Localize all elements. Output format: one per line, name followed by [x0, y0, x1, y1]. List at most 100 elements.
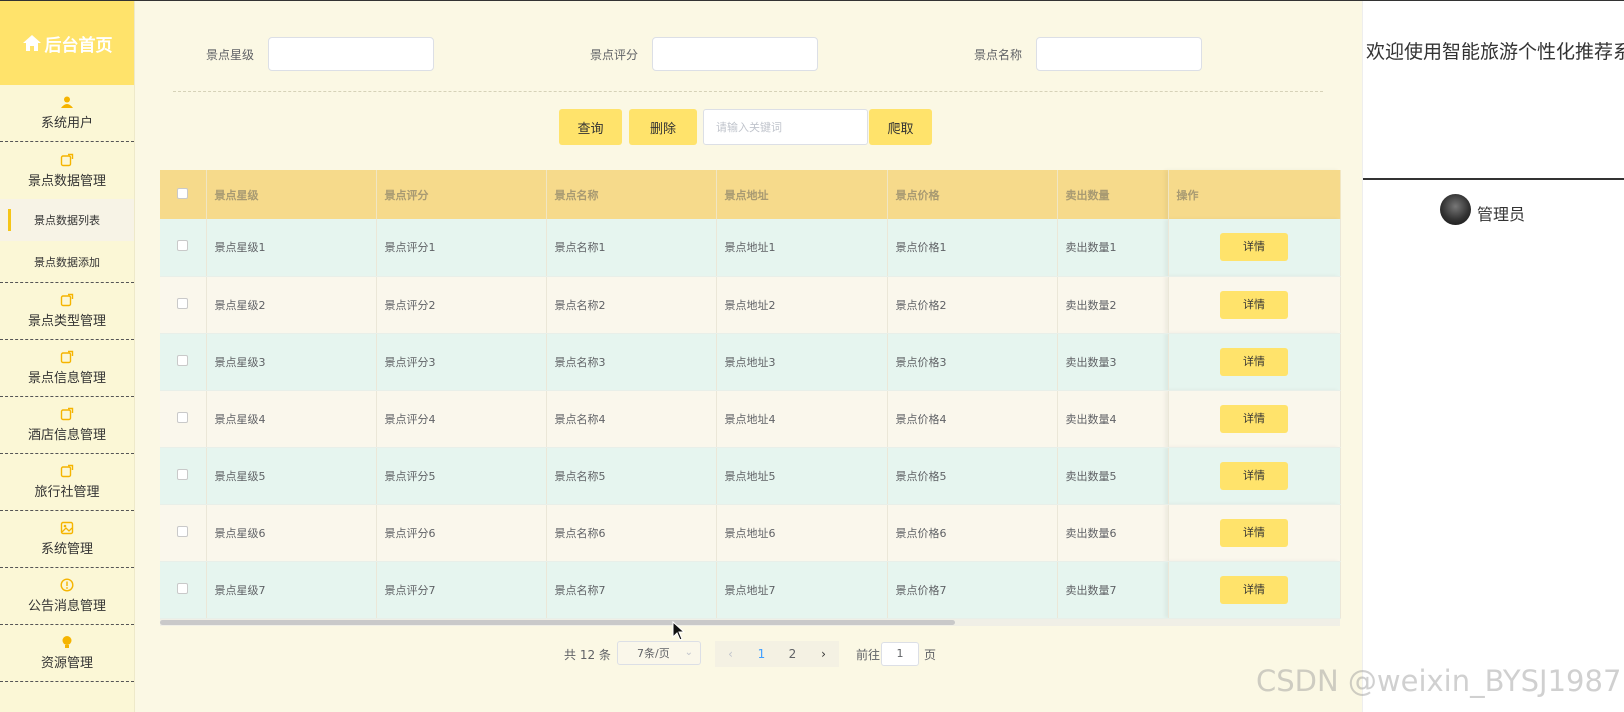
- table-cell: 景点价格2: [887, 276, 1058, 334]
- sidebar-item-label: 系统用户: [40, 116, 93, 131]
- table-cell: 景点星级2: [206, 276, 377, 334]
- detail-button[interactable]: 详情: [1220, 575, 1288, 604]
- table-cell: 景点地址3: [716, 333, 888, 391]
- pager: ‹ 1 2 ›: [715, 641, 839, 667]
- sidebar-item-hotel-info[interactable]: 酒店信息管理: [0, 397, 134, 454]
- table-cell: 卖出数量1: [1057, 219, 1169, 277]
- page-number-current[interactable]: 1: [746, 647, 777, 661]
- action-cell: 详情: [1168, 390, 1341, 448]
- detail-button[interactable]: 详情: [1220, 290, 1288, 319]
- field-label-name: 景点名称: [974, 48, 1023, 62]
- query-button[interactable]: 查询: [559, 109, 622, 145]
- page-size-select[interactable]: 7条/页 ⌄: [617, 641, 701, 665]
- home-link[interactable]: 后台首页: [0, 1, 134, 85]
- select-all-cell: [160, 170, 207, 219]
- row-checkbox[interactable]: [177, 582, 189, 594]
- sidebar-subitem-label: 景点数据添加: [34, 255, 100, 269]
- table-cell: 景点星级4: [206, 390, 377, 448]
- star-input[interactable]: [268, 37, 434, 71]
- search-form: 景点星级 景点评分 景点名称: [136, 37, 1360, 71]
- row-checkbox[interactable]: [177, 240, 189, 252]
- row-checkbox[interactable]: [177, 525, 189, 537]
- prev-page-icon[interactable]: ‹: [715, 647, 746, 661]
- column-header[interactable]: 景点地址: [716, 170, 888, 219]
- page-number[interactable]: 2: [777, 647, 808, 661]
- crawl-button[interactable]: 爬取: [869, 109, 932, 145]
- column-header[interactable]: 景点评分: [376, 170, 547, 219]
- table-cell: 景点价格3: [887, 333, 1058, 391]
- sidebar-item-scenic-type[interactable]: 景点类型管理: [0, 283, 134, 340]
- table-cell: 景点名称7: [546, 561, 717, 619]
- table-cell: 景点星级5: [206, 447, 377, 505]
- sidebar-subitem-scenic-list[interactable]: 景点数据列表: [0, 199, 134, 241]
- sidebar-item-scenic-data[interactable]: 景点数据管理: [0, 142, 134, 199]
- username[interactable]: 管理员: [1477, 201, 1525, 225]
- row-checkbox[interactable]: [177, 468, 189, 480]
- keyword-input[interactable]: 请输入关键词: [703, 109, 868, 145]
- table-cell: 景点价格4: [887, 390, 1058, 448]
- goto-prefix: 前往: [856, 647, 881, 662]
- action-cell: 详情: [1168, 219, 1341, 277]
- action-cell: 详情: [1168, 504, 1341, 562]
- table-cell: 景点名称5: [546, 447, 717, 505]
- column-header[interactable]: 景点星级: [206, 170, 377, 219]
- table-cell: 卖出数量4: [1057, 390, 1169, 448]
- home-icon: [22, 35, 41, 51]
- table-cell: 卖出数量3: [1057, 333, 1169, 391]
- table-cell: 景点名称3: [546, 333, 717, 391]
- column-header[interactable]: 卖出数量: [1057, 170, 1169, 219]
- score-input[interactable]: [652, 37, 818, 71]
- table-cell: 景点评分2: [376, 276, 547, 334]
- table-row: 景点星级5 景点评分5 景点名称5 景点地址5 景点价格5 卖出数量5 详情: [160, 447, 1341, 505]
- edit-icon: [60, 350, 74, 364]
- row-select-cell: [160, 333, 207, 391]
- row-checkbox[interactable]: [177, 411, 189, 423]
- edit-icon: [60, 464, 74, 478]
- next-page-icon[interactable]: ›: [808, 647, 839, 661]
- mouse-cursor-icon: [672, 621, 686, 641]
- scrollbar-thumb[interactable]: [160, 619, 955, 625]
- welcome-text: 欢迎使用智能旅游个性化推荐系统: [1366, 41, 1624, 63]
- sidebar-item-system-users[interactable]: 系统用户: [0, 85, 134, 142]
- table-cell: 景点星级1: [206, 219, 377, 277]
- delete-button[interactable]: 删除: [629, 109, 697, 145]
- table-cell: 景点名称1: [546, 219, 717, 277]
- row-checkbox[interactable]: [177, 354, 189, 366]
- sidebar-item-travel-agency[interactable]: 旅行社管理: [0, 454, 134, 511]
- table-cell: 景点评分6: [376, 504, 547, 562]
- sidebar-item-label: 酒店信息管理: [27, 428, 106, 443]
- table-cell: 景点地址2: [716, 276, 888, 334]
- detail-button[interactable]: 详情: [1220, 518, 1288, 547]
- detail-button[interactable]: 详情: [1220, 233, 1288, 262]
- sidebar-item-scenic-info[interactable]: 景点信息管理: [0, 340, 134, 397]
- sidebar-item-resources[interactable]: 资源管理: [0, 625, 134, 682]
- detail-button[interactable]: 详情: [1220, 404, 1288, 433]
- user-icon: [61, 96, 73, 108]
- sidebar-item-system-management[interactable]: 系统管理: [0, 511, 134, 568]
- detail-button[interactable]: 详情: [1220, 461, 1288, 490]
- detail-button[interactable]: 详情: [1220, 347, 1288, 376]
- action-cell: 详情: [1168, 276, 1341, 334]
- column-header[interactable]: 景点名称: [546, 170, 717, 219]
- horizontal-scrollbar[interactable]: [160, 618, 1340, 626]
- sidebar-item-announcements[interactable]: 公告消息管理: [0, 568, 134, 625]
- bulb-icon: [62, 636, 72, 648]
- goto-page-input[interactable]: 1: [881, 642, 919, 666]
- edit-icon: [60, 293, 74, 307]
- table-cell: 景点星级7: [206, 561, 377, 619]
- name-input[interactable]: [1036, 37, 1202, 71]
- column-header[interactable]: 景点价格: [887, 170, 1058, 219]
- row-checkbox[interactable]: [177, 297, 189, 309]
- sidebar-subitem-scenic-add[interactable]: 景点数据添加: [0, 241, 134, 283]
- edit-icon: [60, 153, 74, 166]
- row-select-cell: [160, 276, 207, 334]
- panel-divider: [1363, 178, 1624, 180]
- sidebar-item-label: 资源管理: [40, 656, 93, 671]
- avatar[interactable]: [1440, 194, 1471, 225]
- table-cell: 景点评分7: [376, 561, 547, 619]
- column-header: 操作: [1168, 170, 1341, 219]
- table-row: 景点星级3 景点评分3 景点名称3 景点地址3 景点价格3 卖出数量3 详情: [160, 333, 1341, 391]
- right-panel: 欢迎使用智能旅游个性化推荐系统 管理员: [1362, 1, 1624, 712]
- select-all-checkbox[interactable]: [177, 187, 189, 199]
- table-cell: 景点评分5: [376, 447, 547, 505]
